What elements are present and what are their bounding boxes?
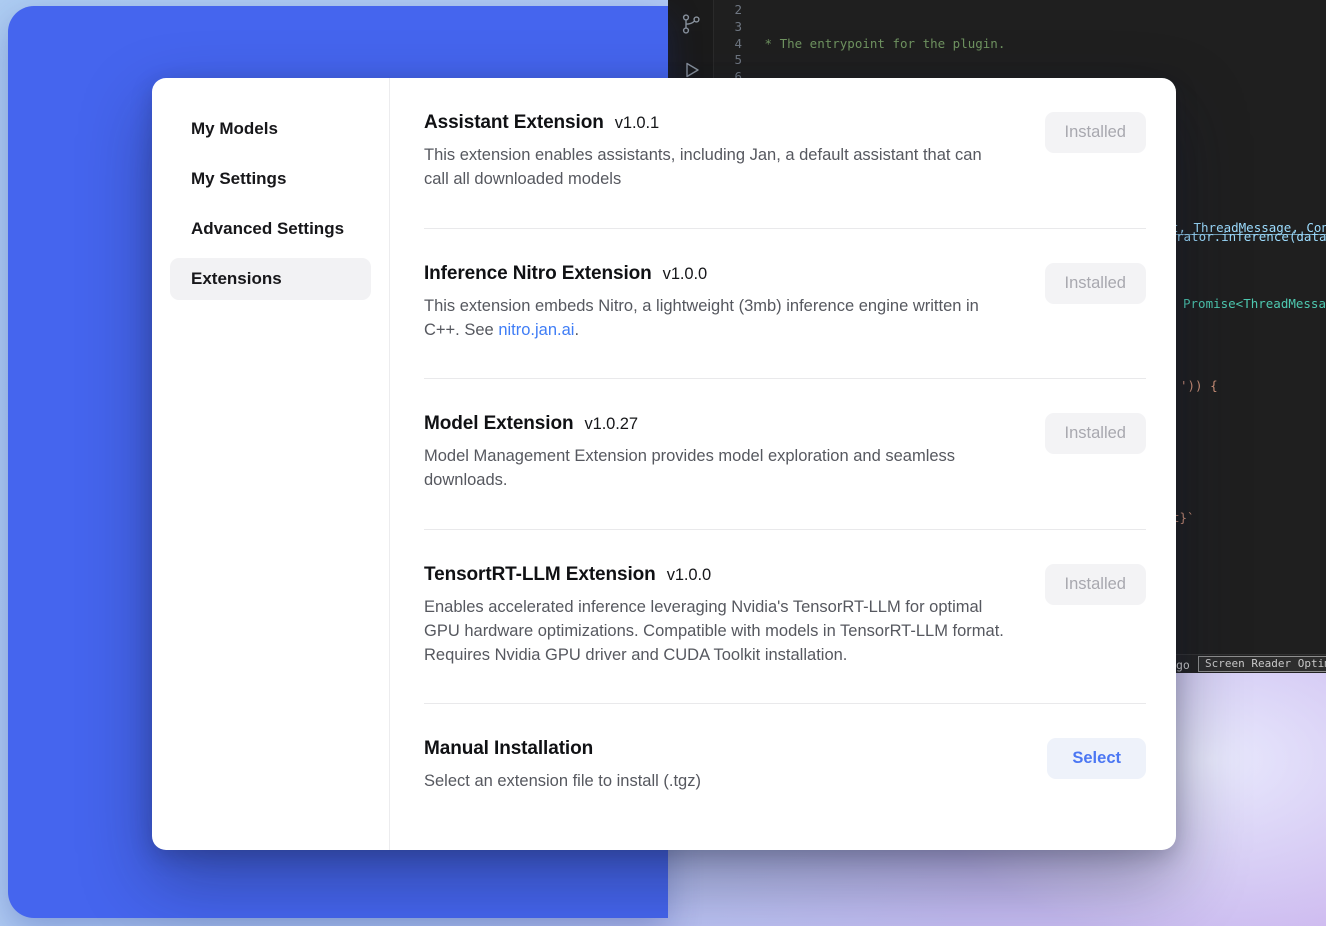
sidebar-item-my-settings[interactable]: My Settings [170,158,371,200]
extension-info: Inference Nitro Extension v1.0.0 This ext… [424,263,1009,343]
code-fragment: Promise<ThreadMessage> [1183,296,1326,312]
manual-installation-row: Manual Installation Select an extension … [424,703,1146,829]
settings-modal: My Models My Settings Advanced Settings … [152,78,1176,850]
extension-title: Model Extension v1.0.27 [424,413,1009,435]
extensions-panel: Assistant Extension v1.0.1 This extension… [390,78,1176,850]
extension-info: Model Extension v1.0.27 Model Management … [424,413,1009,493]
sidebar-item-extensions[interactable]: Extensions [170,258,371,300]
code-fragment: rator.inference(data)); [1176,229,1326,245]
code-fragment: ')) { [1180,378,1218,394]
extension-title: Assistant Extension v1.0.1 [424,112,1009,134]
extension-version: v1.0.0 [667,566,711,584]
line-number: 5 [714,52,742,69]
code-line: * The entrypoint for the plugin. [757,36,1326,53]
line-number: 4 [714,36,742,53]
extension-row-nitro: Inference Nitro Extension v1.0.0 This ext… [424,228,1146,379]
extension-row-model: Model Extension v1.0.27 Model Management … [424,378,1146,529]
installed-button[interactable]: Installed [1045,413,1146,454]
extension-description: This extension enables assistants, inclu… [424,143,1009,192]
extension-name: Model Extension [424,413,573,434]
line-number: 3 [714,19,742,36]
extension-version: v1.0.27 [584,415,637,433]
sidebar-item-advanced-settings[interactable]: Advanced Settings [170,208,371,250]
extension-info: TensortRT-LLM Extension v1.0.0 Enables ac… [424,564,1009,668]
description-text: . [574,321,579,339]
manual-installation-description: Select an extension file to install (.tg… [424,769,701,793]
installed-button[interactable]: Installed [1045,263,1146,304]
sidebar-item-my-models[interactable]: My Models [170,108,371,150]
manual-installation-title: Manual Installation [424,738,701,760]
source-control-icon[interactable] [679,12,703,36]
line-number: 2 [714,2,742,19]
extension-version: v1.0.0 [663,265,707,283]
extension-description: Model Management Extension provides mode… [424,444,1009,493]
extension-info: Assistant Extension v1.0.1 This extension… [424,112,1009,192]
extension-description: This extension embeds Nitro, a lightweig… [424,294,1009,343]
extension-name: TensortRT-LLM Extension [424,564,656,585]
status-language-label: go [1176,658,1190,672]
extension-row-assistant: Assistant Extension v1.0.1 This extension… [424,110,1146,228]
nitro-jan-ai-link[interactable]: nitro.jan.ai [498,321,574,339]
select-file-button[interactable]: Select [1047,738,1146,779]
extension-description: Enables accelerated inference leveraging… [424,595,1009,668]
extension-row-tensorrt: TensortRT-LLM Extension v1.0.0 Enables ac… [424,529,1146,704]
extension-title: TensortRT-LLM Extension v1.0.0 [424,564,1009,586]
editor-line-numbers: 2 3 4 5 6 [714,2,742,86]
extension-title: Inference Nitro Extension v1.0.0 [424,263,1009,285]
screen-reader-toast[interactable]: Screen Reader Optimized [1198,656,1326,672]
manual-installation-info: Manual Installation Select an extension … [424,738,701,793]
installed-button[interactable]: Installed [1045,112,1146,153]
extension-name: Inference Nitro Extension [424,263,652,284]
extension-version: v1.0.1 [615,114,659,132]
installed-button[interactable]: Installed [1045,564,1146,605]
settings-sidebar: My Models My Settings Advanced Settings … [152,78,390,850]
extension-name: Assistant Extension [424,112,604,133]
